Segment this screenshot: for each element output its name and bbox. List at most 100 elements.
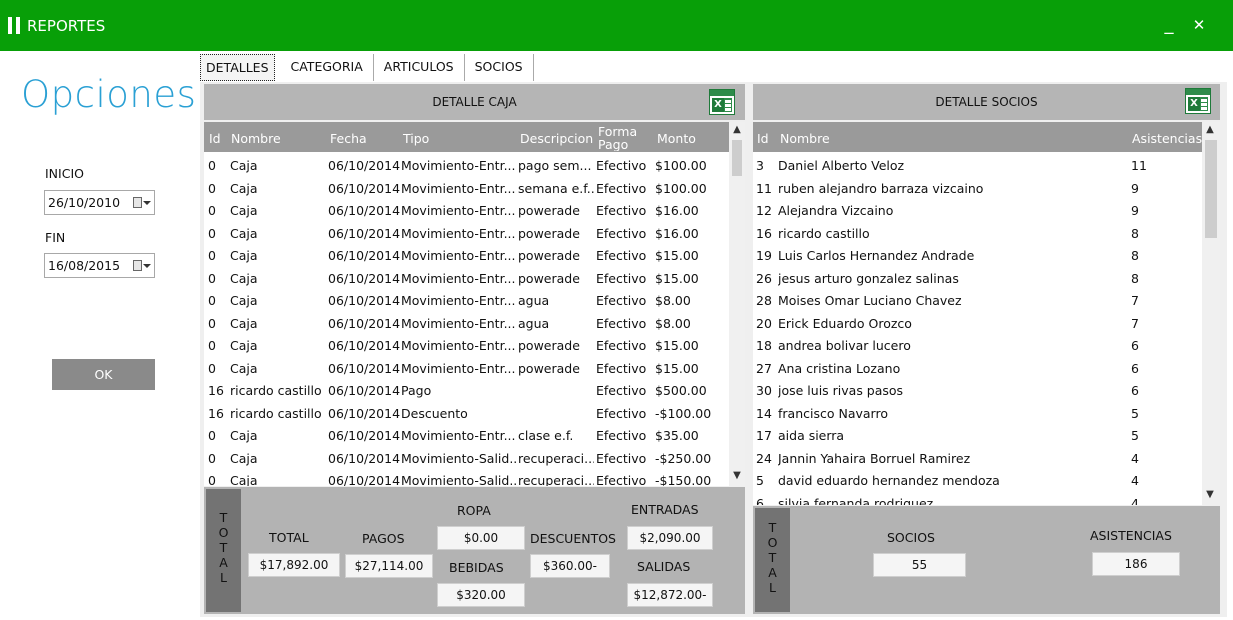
column-header[interactable]: Fecha bbox=[330, 131, 367, 146]
start-date-value: 26/10/2010 bbox=[48, 195, 121, 210]
table-row[interactable]: 17 aida sierra 5 bbox=[753, 424, 1220, 447]
column-header[interactable]: Nombre bbox=[231, 131, 281, 146]
table-row[interactable]: 6 silvia fernanda rodriguez 4 bbox=[753, 492, 1220, 506]
table-row[interactable]: 26 jesus arturo gonzalez salinas 8 bbox=[753, 267, 1220, 290]
calendar-icon[interactable] bbox=[133, 197, 142, 208]
excel-export-icon[interactable]: X bbox=[709, 89, 735, 115]
table-cell: Movimiento-Entr... bbox=[401, 270, 516, 286]
total-letter: T bbox=[219, 510, 228, 525]
socios-scrollbar[interactable]: ▲ ▼ bbox=[1202, 122, 1220, 505]
table-row[interactable]: 3 Daniel Alberto Veloz 11 bbox=[753, 154, 1220, 177]
table-row[interactable]: 0 Caja 06/10/2014 Movimiento-Entr... semana … bbox=[204, 177, 745, 200]
table-cell: Movimiento-Entr... bbox=[401, 315, 516, 331]
table-cell: 19 bbox=[756, 248, 772, 263]
column-header[interactable]: Asistencias bbox=[1132, 131, 1202, 146]
table-row[interactable]: 0 Caja 06/10/2014 Movimiento-Entr... powerad… bbox=[204, 267, 745, 290]
close-button[interactable]: ✕ bbox=[1188, 13, 1210, 37]
chevron-down-icon[interactable] bbox=[143, 201, 151, 205]
total-label: TOTAL bbox=[269, 530, 309, 545]
table-row[interactable]: 0 Caja 06/10/2014 Movimiento-Salid... recupe… bbox=[204, 447, 745, 470]
table-row[interactable]: 14 francisco Navarro 5 bbox=[753, 402, 1220, 425]
table-row[interactable]: 16 ricardo castillo 8 bbox=[753, 222, 1220, 245]
excel-export-icon[interactable]: X bbox=[1185, 88, 1211, 114]
table-row[interactable]: 0 Caja 06/10/2014 Movimiento-Entr... agua Efe… bbox=[204, 312, 745, 335]
tab-categoria[interactable]: CATEGORIA bbox=[281, 54, 374, 81]
column-header[interactable]: Forma Pago bbox=[598, 125, 644, 151]
table-row[interactable]: 20 Erick Eduardo Orozco 7 bbox=[753, 312, 1220, 335]
column-header[interactable]: Tipo bbox=[403, 131, 429, 146]
table-cell: $8.00 bbox=[655, 293, 691, 308]
table-row[interactable]: 19 Luis Carlos Hernandez Andrade 8 bbox=[753, 244, 1220, 267]
tab-detalles[interactable]: DETALLES bbox=[200, 54, 275, 81]
table-cell: Caja bbox=[230, 360, 258, 376]
calendar-icon[interactable] bbox=[133, 260, 142, 271]
salidas-label: SALIDAS bbox=[637, 559, 691, 574]
table-cell: Moises Omar Luciano Chavez bbox=[778, 293, 962, 308]
table-row[interactable]: 11 ruben alejandro barraza vizcaino 9 bbox=[753, 177, 1220, 200]
column-header[interactable]: Descripcion bbox=[520, 131, 593, 146]
table-cell: Movimiento-Entr... bbox=[401, 225, 516, 241]
table-cell: 9 bbox=[1131, 180, 1139, 196]
table-cell: Efectivo bbox=[596, 180, 647, 196]
scroll-down-icon[interactable]: ▼ bbox=[729, 470, 745, 481]
table-row[interactable]: 12 Alejandra Vizcaino 9 bbox=[753, 199, 1220, 222]
table-cell: Movimiento-Entr... bbox=[401, 293, 516, 308]
end-date-value: 16/08/2015 bbox=[48, 258, 121, 273]
end-date-picker[interactable]: 16/08/2015 bbox=[44, 253, 155, 278]
table-row[interactable]: 0 Caja 06/10/2014 Movimiento-Entr... agua Efe… bbox=[204, 289, 745, 312]
scroll-up-icon[interactable]: ▲ bbox=[729, 124, 745, 135]
table-cell: 9 bbox=[1131, 203, 1139, 218]
table-row[interactable]: 0 Caja 06/10/2014 Movimiento-Entr... powerad… bbox=[204, 334, 745, 357]
scroll-down-icon[interactable]: ▼ bbox=[1202, 489, 1218, 500]
table-row[interactable]: 0 Caja 06/10/2014 Movimiento-Entr... clase e… bbox=[204, 424, 745, 447]
scroll-thumb[interactable] bbox=[732, 140, 742, 176]
table-row[interactable]: 24 Jannin Yahaira Borruel Ramirez 4 bbox=[753, 447, 1220, 470]
tab-socios[interactable]: SOCIOS bbox=[465, 54, 534, 81]
minimize-button[interactable]: _ bbox=[1158, 13, 1180, 37]
scroll-thumb[interactable] bbox=[1205, 140, 1217, 238]
table-cell: $100.00 bbox=[655, 158, 707, 173]
socios-panel-title: DETALLE SOCIOS bbox=[935, 95, 1038, 109]
column-header[interactable]: Id bbox=[757, 131, 769, 146]
table-cell: 0 bbox=[208, 450, 216, 466]
table-cell: $15.00 bbox=[655, 248, 699, 263]
table-row[interactable]: 30 jose luis rivas pasos 6 bbox=[753, 379, 1220, 402]
table-row[interactable]: 0 Caja 06/10/2014 Movimiento-Entr... pago se… bbox=[204, 154, 745, 177]
column-header[interactable]: Monto bbox=[657, 131, 696, 146]
table-cell: Efectivo bbox=[596, 338, 647, 353]
table-row[interactable]: 0 Caja 06/10/2014 Movimiento-Entr... powerad… bbox=[204, 244, 745, 267]
ok-button[interactable]: OK bbox=[52, 359, 155, 390]
scroll-up-icon[interactable]: ▲ bbox=[1202, 124, 1218, 135]
total-value: $17,892.00 bbox=[248, 553, 340, 577]
table-cell: 4 bbox=[1131, 473, 1139, 488]
caja-scrollbar[interactable]: ▲ ▼ bbox=[729, 122, 745, 486]
table-cell: powerade bbox=[518, 338, 580, 353]
table-row[interactable]: 27 Ana cristina Lozano 6 bbox=[753, 357, 1220, 380]
table-cell: Caja bbox=[230, 158, 258, 173]
table-row[interactable]: 0 Caja 06/10/2014 Movimiento-Entr... powerad… bbox=[204, 222, 745, 245]
column-header[interactable]: Nombre bbox=[780, 131, 830, 146]
table-cell: 8 bbox=[1131, 248, 1139, 263]
chevron-down-icon[interactable] bbox=[143, 264, 151, 268]
table-cell: Caja bbox=[230, 203, 258, 218]
table-row[interactable]: 0 Caja 06/10/2014 Movimiento-Entr... powerad… bbox=[204, 357, 745, 380]
table-row[interactable]: 16 ricardo castillo 06/10/2014 Descuento Efe… bbox=[204, 402, 745, 425]
table-cell: david eduardo hernandez mendoza bbox=[778, 473, 1000, 488]
table-row[interactable]: 0 Caja 06/10/2014 Movimiento-Salid... recupe… bbox=[204, 469, 745, 486]
window-title: REPORTES bbox=[27, 17, 106, 35]
table-cell: 06/10/2014 bbox=[328, 180, 400, 196]
table-row[interactable]: 0 Caja 06/10/2014 Movimiento-Entr... powerad… bbox=[204, 199, 745, 222]
table-row[interactable]: 16 ricardo castillo 06/10/2014 Pago Efectivo… bbox=[204, 379, 745, 402]
table-cell: $500.00 bbox=[655, 383, 707, 398]
total-letter: T bbox=[219, 540, 228, 555]
tab-articulos[interactable]: ARTICULOS bbox=[374, 54, 465, 81]
table-cell: Descuento bbox=[401, 405, 468, 421]
table-cell: 06/10/2014 bbox=[328, 248, 400, 263]
table-row[interactable]: 5 david eduardo hernandez mendoza 4 bbox=[753, 469, 1220, 492]
table-cell: Movimiento-Entr... bbox=[401, 203, 516, 218]
table-cell: Efectivo bbox=[596, 315, 647, 331]
start-date-picker[interactable]: 26/10/2010 bbox=[44, 190, 155, 215]
column-header[interactable]: Id bbox=[209, 131, 221, 146]
table-row[interactable]: 28 Moises Omar Luciano Chavez 7 bbox=[753, 289, 1220, 312]
table-row[interactable]: 18 andrea bolivar lucero 6 bbox=[753, 334, 1220, 357]
